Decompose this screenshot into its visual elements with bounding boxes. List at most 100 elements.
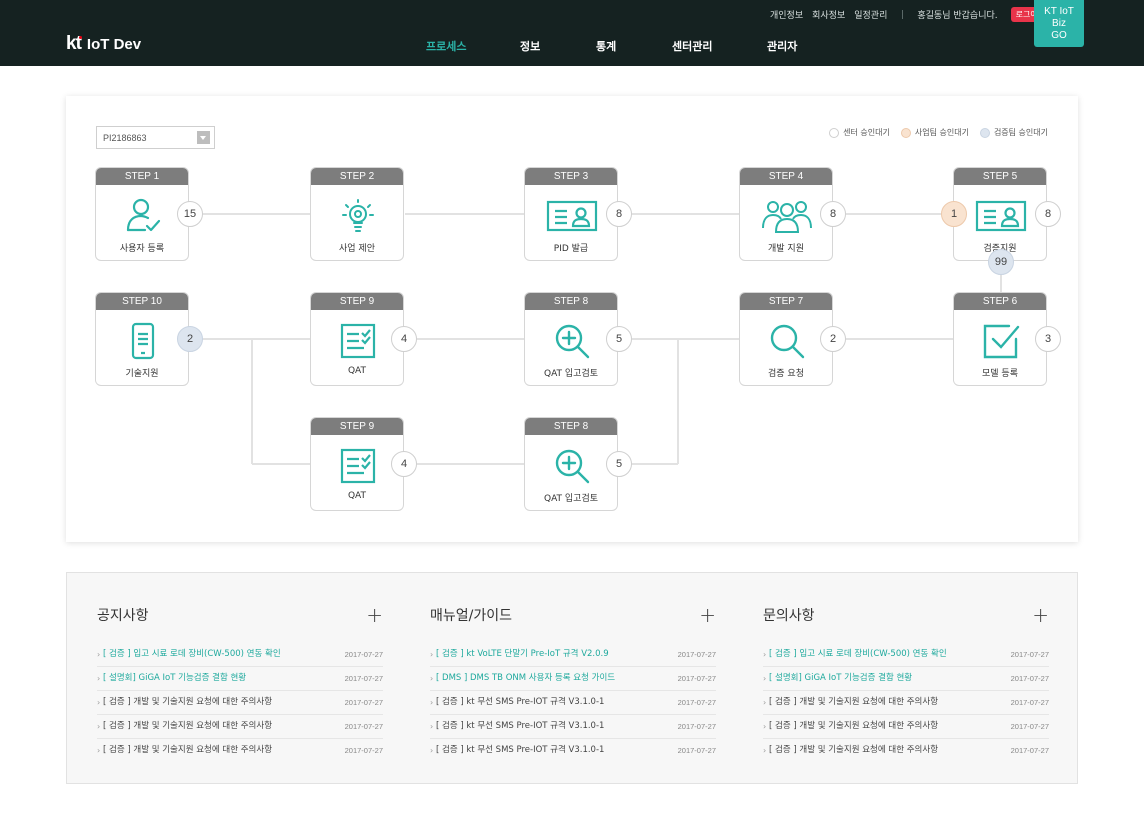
logo-kt: kt	[66, 33, 82, 54]
nav-info[interactable]: 정보	[520, 38, 540, 54]
step-7-label: 검증 요청	[768, 369, 804, 379]
list-item-date: 2017-07-27	[344, 674, 383, 683]
step-6-card[interactable]: STEP 6 모델 등록	[953, 292, 1047, 386]
list-item-title: [ 검증 ] 입고 시료 로데 장비(CW-500) 연동 확인	[103, 649, 281, 659]
bullet-icon: ›	[763, 722, 767, 731]
bullet-icon: ›	[430, 674, 434, 683]
step-4-count-badge[interactable]: 8	[820, 201, 846, 227]
list-item-title: [ 검증 ] 개발 및 기술지원 요청에 대한 주의사항	[769, 721, 939, 731]
bullet-icon: ›	[430, 650, 434, 659]
step-7-card[interactable]: STEP 7 검증 요청	[739, 292, 833, 386]
user-check-icon	[126, 198, 161, 232]
list-item[interactable]: ›[ 검증 ] 입고 시료 로데 장비(CW-500) 연동 확인 2017-07…	[763, 643, 1049, 667]
inquiry-title: 문의사항	[763, 608, 815, 624]
list-item[interactable]: ›[ 검증 ] 개발 및 기술지원 요청에 대한 주의사항 2017-07-27	[97, 739, 383, 763]
util-link-privacy[interactable]: 개인정보	[770, 8, 803, 21]
list-item-title: [ 설명회] GiGA IoT 기능검증 결함 현황	[769, 673, 913, 683]
step-8b-header: STEP 8	[525, 418, 617, 435]
nav-stats[interactable]: 통계	[596, 38, 616, 54]
list-item-title: [ 검증 ] kt VoLTE 단말기 Pre-IoT 규격 V2.0.9	[436, 649, 609, 659]
step-9-count-badge[interactable]: 4	[391, 326, 417, 352]
list-item[interactable]: ›[ 검증 ] 개발 및 기술지원 요청에 대한 주의사항 2017-07-27	[763, 691, 1049, 715]
step-1-header: STEP 1	[96, 168, 188, 185]
step-5-header: STEP 5	[954, 168, 1046, 185]
list-item[interactable]: ›[ 설명회] GiGA IoT 기능검증 결함 현황 2017-07-27	[97, 667, 383, 691]
list-item-date: 2017-07-27	[1010, 698, 1049, 707]
list-item-date: 2017-07-27	[1010, 746, 1049, 755]
biz-line-2: Biz	[1052, 18, 1066, 29]
step-9-card[interactable]: STEP 9 QAT	[310, 292, 404, 386]
step-5-business-badge[interactable]: 1	[941, 201, 967, 227]
list-item-date: 2017-07-27	[344, 722, 383, 731]
list-item[interactable]: ›[ 검증 ] kt 무선 SMS Pre-IOT 규격 V3.1.0-1 201…	[430, 739, 716, 763]
manual-more-plus-icon[interactable]: +	[699, 603, 716, 627]
list-item-title: [ 검증 ] kt 무선 SMS Pre-IOT 규격 V3.1.0-1	[436, 745, 605, 755]
inquiry-more-plus-icon[interactable]: +	[1032, 603, 1049, 627]
step-10-header: STEP 10	[96, 293, 188, 310]
step-4-label: 개발 지원	[768, 244, 804, 254]
list-item[interactable]: ›[ 검증 ] 개발 및 기술지원 요청에 대한 주의사항 2017-07-27	[763, 715, 1049, 739]
manual-title: 매뉴얼/가이드	[430, 608, 512, 624]
notice-more-plus-icon[interactable]: +	[366, 603, 383, 627]
list-item-title: [ 검증 ] 개발 및 기술지원 요청에 대한 주의사항	[769, 745, 939, 755]
list-item[interactable]: ›[ DMS ] DMS TB ONM 사용자 등록 요청 가이드 2017-07…	[430, 667, 716, 691]
bullet-icon: ›	[430, 746, 434, 755]
step-9b-card[interactable]: STEP 9 QAT	[310, 417, 404, 511]
step-7-count-badge[interactable]: 2	[820, 326, 846, 352]
step-7-header: STEP 7	[740, 293, 832, 310]
step-8-count-badge[interactable]: 5	[606, 326, 632, 352]
list-item-date: 2017-07-27	[677, 674, 716, 683]
list-item[interactable]: ›[ 설명회] GiGA IoT 기능검증 결함 현황 2017-07-27	[763, 667, 1049, 691]
step-1-count-badge[interactable]: 15	[177, 201, 203, 227]
nav-admin[interactable]: 관리자	[767, 38, 797, 54]
step-6-count-badge[interactable]: 3	[1035, 326, 1061, 352]
kt-iot-biz-go-button[interactable]: KT IoT Biz GO	[1034, 0, 1084, 47]
list-item[interactable]: ›[ 검증 ] 개발 및 기술지원 요청에 대한 주의사항 2017-07-27	[97, 691, 383, 715]
list-item-title: [ 검증 ] 개발 및 기술지원 요청에 대한 주의사항	[769, 697, 939, 707]
process-panel: PI2186863 센터 승인대기 사업팀 승인대기 검증팀 승인대기 STEP…	[66, 96, 1078, 542]
logo[interactable]: kt IoT Dev	[66, 33, 141, 55]
bullet-icon: ›	[97, 674, 101, 683]
list-item-title: [ 검증 ] kt 무선 SMS Pre-IOT 규격 V3.1.0-1	[436, 697, 605, 707]
step-10-card[interactable]: STEP 10 기술지원	[95, 292, 189, 386]
step-3-card[interactable]: STEP 3 PID 발급	[524, 167, 618, 261]
list-item[interactable]: ›[ 검증 ] kt 무선 SMS Pre-IOT 규격 V3.1.0-1 201…	[430, 715, 716, 739]
nav-process[interactable]: 프로세스	[426, 38, 466, 54]
util-link-company[interactable]: 회사정보	[812, 8, 845, 21]
mobile-icon	[131, 322, 155, 360]
step-10-count-badge[interactable]: 2	[177, 326, 203, 352]
step-8-card[interactable]: STEP 8 QAT 입고검토	[524, 292, 618, 386]
list-item-date: 2017-07-27	[344, 698, 383, 707]
step-8b-card[interactable]: STEP 8 QAT 입고검토	[524, 417, 618, 511]
step-9-header: STEP 9	[311, 293, 403, 310]
list-item[interactable]: ›[ 검증 ] 개발 및 기술지원 요청에 대한 주의사항 2017-07-27	[97, 715, 383, 739]
bullet-icon: ›	[763, 650, 767, 659]
bullet-icon: ›	[97, 698, 101, 707]
list-item[interactable]: ›[ 검증 ] kt 무선 SMS Pre-IOT 규격 V3.1.0-1 201…	[430, 691, 716, 715]
step-2-card[interactable]: STEP 2 사업 제안	[310, 167, 404, 261]
list-item[interactable]: ›[ 검증 ] 입고 시료 로데 장비(CW-500) 연동 확인 2017-07…	[97, 643, 383, 667]
step-9b-count-badge[interactable]: 4	[391, 451, 417, 477]
step-9-label: QAT	[347, 366, 367, 376]
nav-center-admin[interactable]: 센터관리	[672, 38, 712, 54]
step-3-count-badge[interactable]: 8	[606, 201, 632, 227]
list-item[interactable]: ›[ 검증 ] 개발 및 기술지원 요청에 대한 주의사항 2017-07-27	[763, 739, 1049, 763]
step-5-card[interactable]: STEP 5 검증지원	[953, 167, 1047, 261]
boards-section: 공지사항 + ›[ 검증 ] 입고 시료 로데 장비(CW-500) 연동 확인…	[66, 572, 1078, 784]
id-card-icon	[546, 200, 598, 232]
inquiry-board: 문의사항 + ›[ 검증 ] 입고 시료 로데 장비(CW-500) 연동 확인…	[763, 603, 1049, 763]
checklist-icon	[340, 323, 376, 359]
greeting-text: 홍길동님 반갑습니다.	[917, 11, 998, 21]
step-1-card[interactable]: STEP 1 사용자 등록	[95, 167, 189, 261]
step-5-verify-badge[interactable]: 99	[988, 249, 1014, 275]
step-8b-count-badge[interactable]: 5	[606, 451, 632, 477]
step-5-count-badge[interactable]: 8	[1035, 201, 1061, 227]
users-icon	[762, 201, 812, 233]
checkbox-icon	[983, 324, 1020, 359]
list-item[interactable]: ›[ 검증 ] kt VoLTE 단말기 Pre-IoT 규격 V2.0.9 20…	[430, 643, 716, 667]
search-icon	[770, 324, 805, 359]
bullet-icon: ›	[97, 650, 101, 659]
step-4-card[interactable]: STEP 4 개발 지원	[739, 167, 833, 261]
util-link-schedule[interactable]: 일정관리	[854, 8, 887, 21]
inquiry-list: ›[ 검증 ] 입고 시료 로데 장비(CW-500) 연동 확인 2017-07…	[763, 643, 1049, 763]
